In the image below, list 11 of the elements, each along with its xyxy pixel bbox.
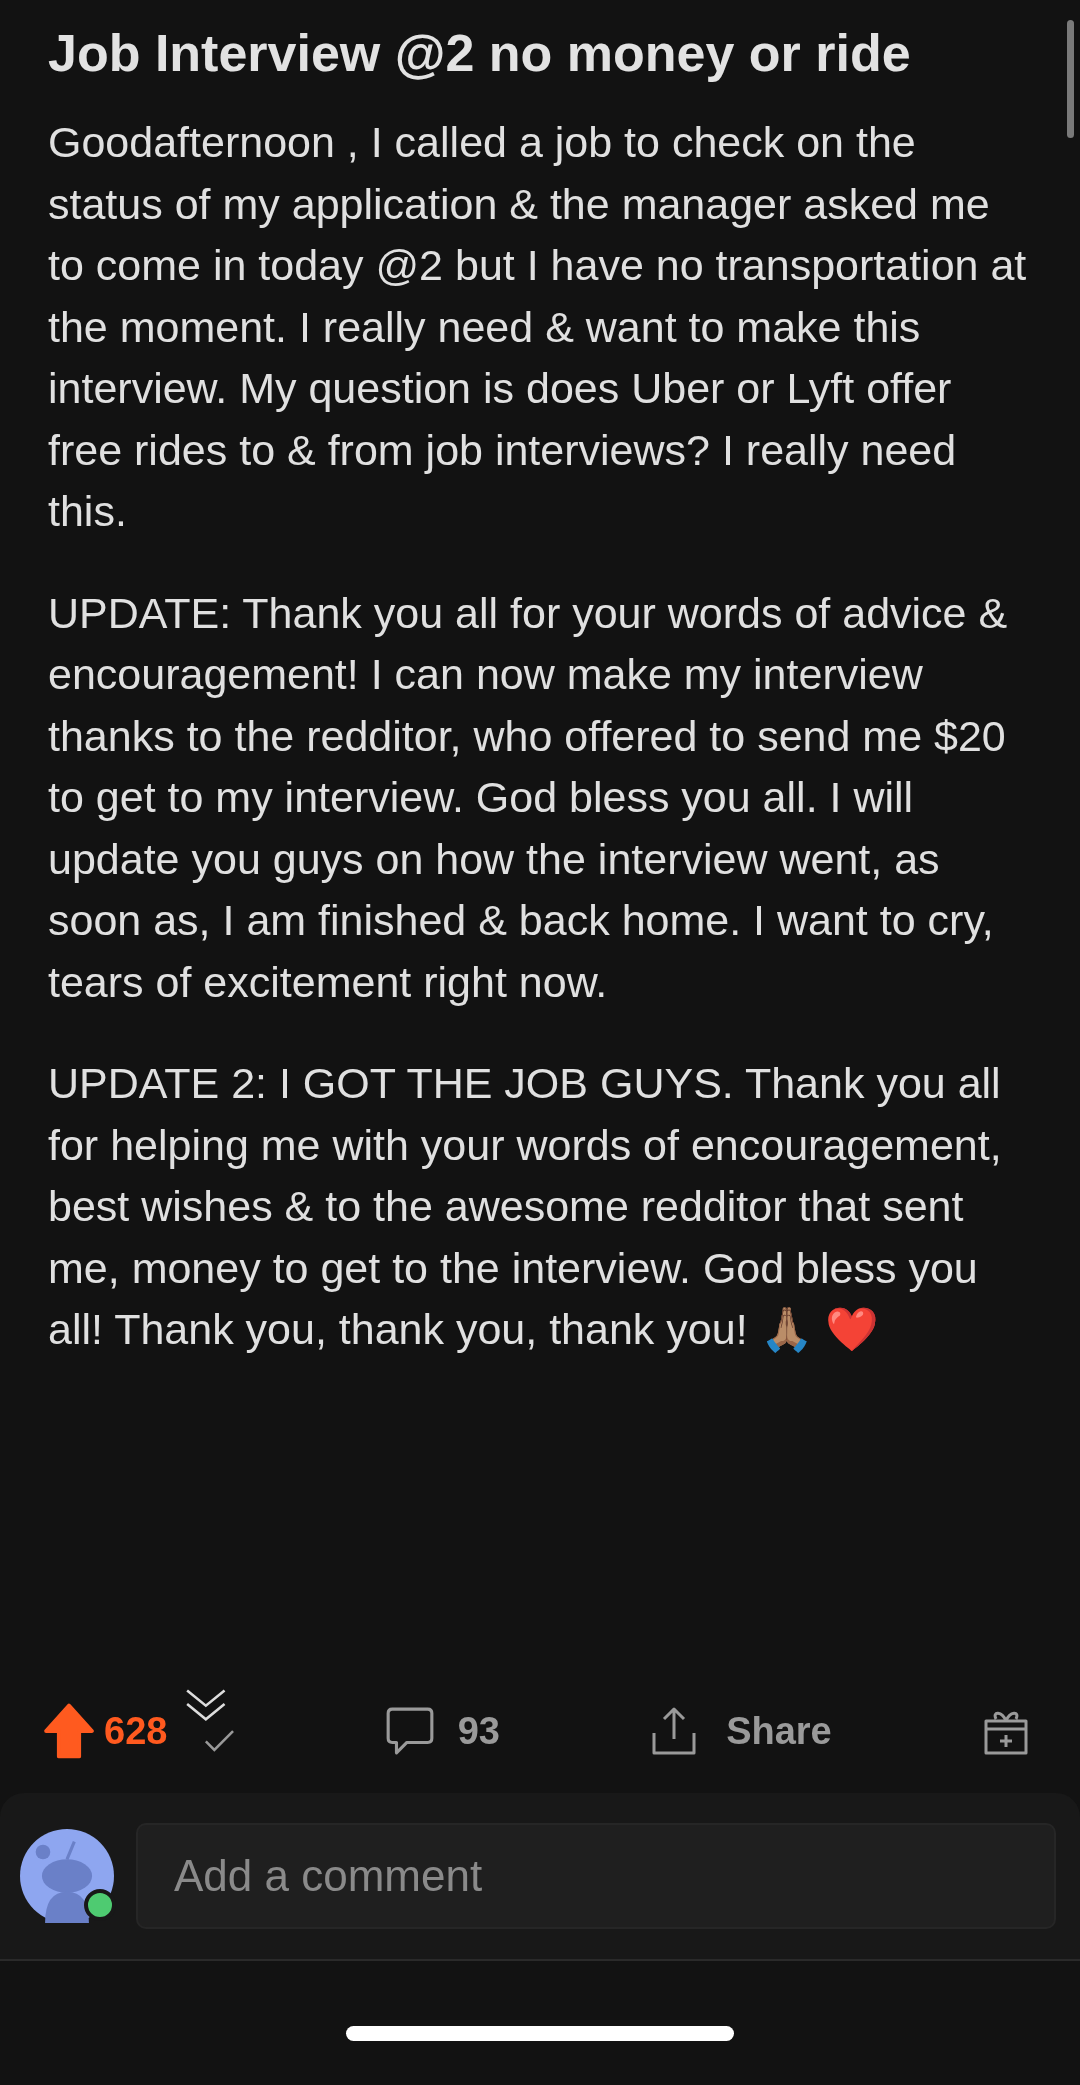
post-title: Job Interview @2 no money or ride [48, 23, 912, 84]
upvote-icon[interactable] [42, 1703, 96, 1759]
post-paragraph: UPDATE: Thank you all for your words of advice & encouragement! I can now make my interview thanks to the redditor, who offered to send me $20 to get to my interview. God bless you all. I will update you guys on how the interview went, as soon as, I am finished & back home. I want to cry, tears of excitement right now. [48, 587, 1009, 1008]
vote-count: 628 [104, 1709, 168, 1753]
comment-field[interactable]: Add a comment [136, 1823, 1056, 1929]
home-indicator[interactable] [346, 2025, 734, 2041]
share-button[interactable]: Share [648, 1705, 832, 1757]
avatar-icon [20, 1829, 114, 1923]
comment-count: 93 [457, 1709, 500, 1753]
post-paragraph: Goodafternoon , I called a job to check on the status of my application & the manager asked me to come in today @2 but I have no transportation at the moment. I really need & want to make this interview. My question is does Uber or Lyft offer free rides to & from job interviews? I really need this. [48, 117, 1028, 537]
post-paragraph: UPDATE 2: I GOT THE JOB GUYS. Thank you all for helping me with your words of encouragement, best wishes & to the awesome redditor that sent me, money to get to the interview. God bless you all! Thank you, thank you, thank you! 🙏🏽 ❤ [48, 1058, 1003, 1355]
